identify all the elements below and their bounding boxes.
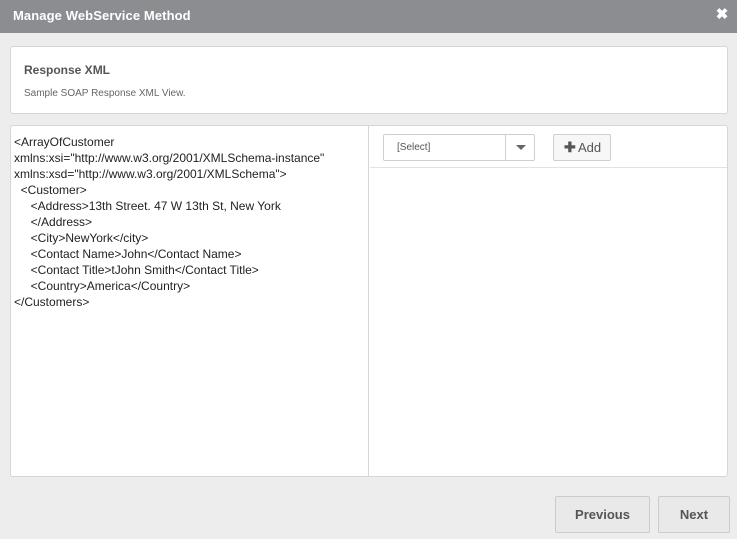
xml-line: <Country>America</Country>: [14, 279, 191, 293]
xml-line: xmlns:xsi="http://www.w3.org/2001/XMLSch…: [14, 151, 325, 165]
close-icon[interactable]: ✖: [715, 7, 729, 23]
xml-line: </Customers>: [14, 295, 90, 309]
dialog-titlebar: Manage WebService Method ✖: [0, 0, 737, 33]
mapping-toolbar: [Select] ✚ Add: [370, 126, 727, 168]
xml-line: <City>NewYork</city>: [14, 231, 149, 245]
panel-description: Sample SOAP Response XML View.: [24, 88, 186, 99]
add-button[interactable]: ✚ Add: [553, 134, 611, 161]
add-button-label: Add: [578, 140, 602, 155]
select-toggle[interactable]: [505, 135, 534, 160]
panel-heading: Response XML: [24, 63, 111, 77]
xml-line: <Contact Title>tJohn Smith</Contact Titl…: [14, 263, 259, 277]
xml-mapping-panel: <ArrayOfCustomer xmlns:xsi="http://www.w3…: [10, 125, 728, 477]
xml-line: <Contact Name>John</Contact Name>: [14, 247, 242, 261]
plus-icon: ✚: [564, 139, 576, 155]
field-select[interactable]: [Select]: [383, 134, 535, 161]
xml-line: <Customer>: [14, 183, 87, 197]
xml-line: <Address>13th Street. 47 W 13th St, New …: [14, 199, 281, 213]
response-info-panel: Response XML Sample SOAP Response XML Vi…: [10, 46, 728, 114]
xml-line: </Address>: [14, 215, 93, 229]
xml-line: <ArrayOfCustomer: [14, 135, 115, 149]
dialog-title: Manage WebService Method: [13, 8, 191, 23]
xml-line: xmlns:xsd="http://www.w3.org/2001/XMLSch…: [14, 167, 287, 181]
xml-view: <ArrayOfCustomer xmlns:xsi="http://www.w3…: [11, 126, 369, 476]
chevron-down-icon: [516, 145, 526, 150]
previous-button[interactable]: Previous: [555, 496, 650, 533]
next-button[interactable]: Next: [658, 496, 730, 533]
select-value: [Select]: [397, 142, 431, 153]
mapping-area: [Select] ✚ Add: [370, 126, 727, 476]
